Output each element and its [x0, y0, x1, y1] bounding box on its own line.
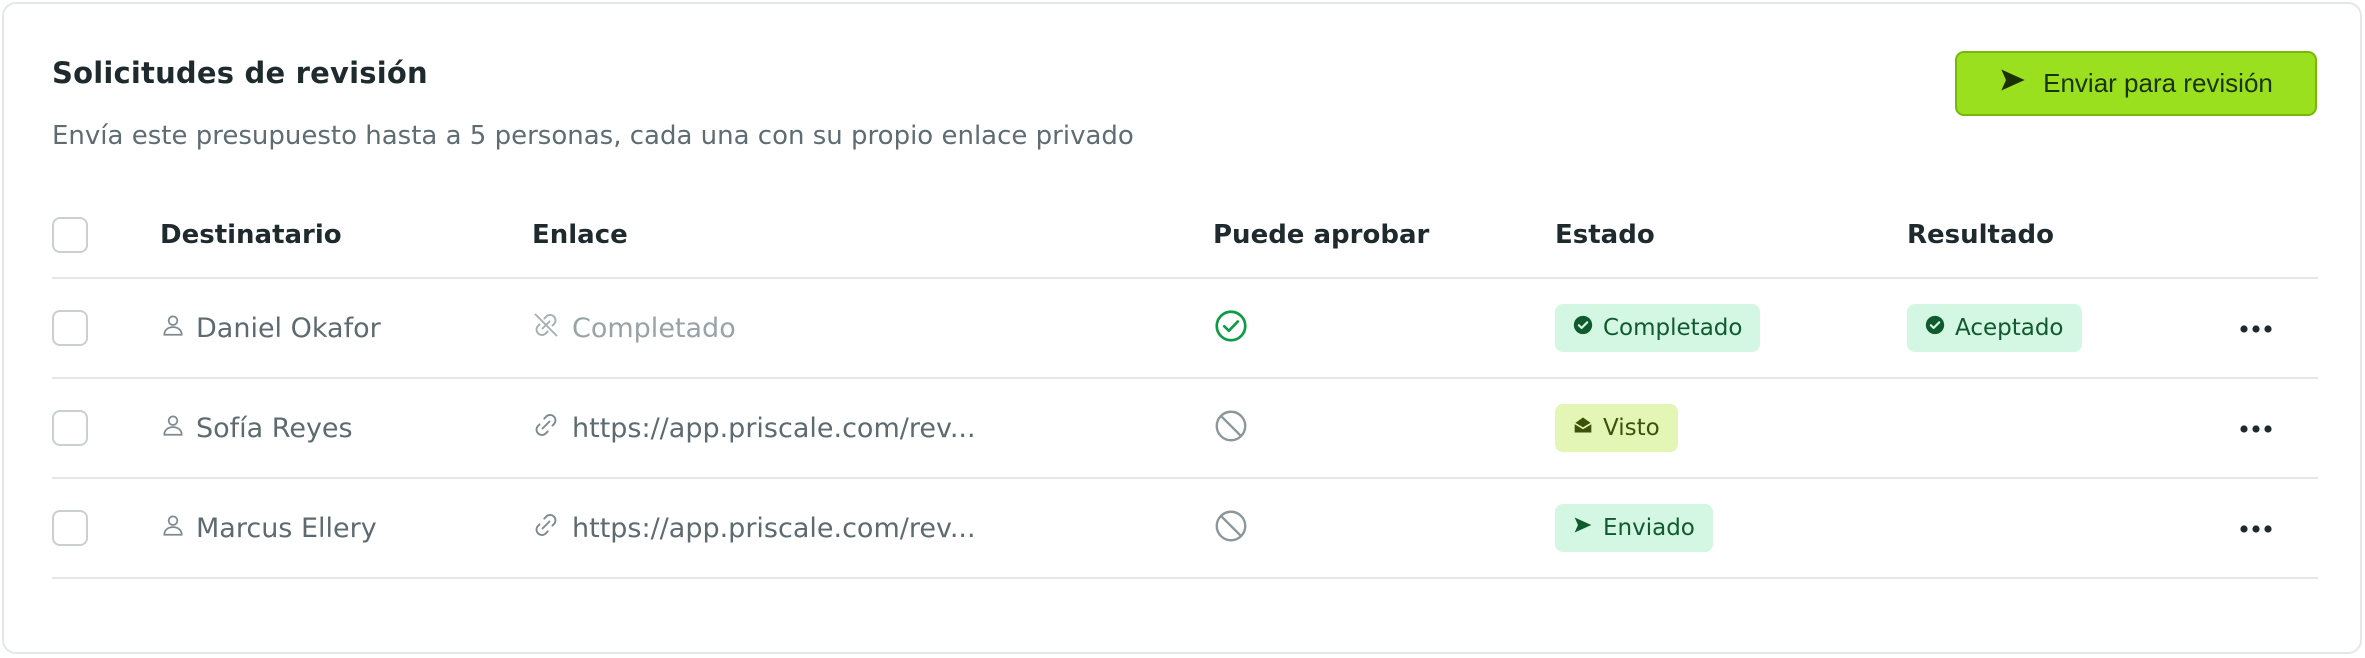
status-badge: Enviado [1555, 504, 1713, 552]
send-for-review-button[interactable]: Enviar para revisión [1955, 51, 2317, 116]
link-text: Completado [572, 312, 736, 344]
row-checkbox[interactable] [52, 510, 88, 546]
table-row: Daniel Okafor Completado Completado Acep… [52, 279, 2318, 379]
recipient-name: Marcus Ellery [196, 512, 377, 544]
link-broken-icon [532, 311, 560, 346]
table-header-row: Destinatario Enlace Puede aprobar Estado… [52, 204, 2318, 279]
prohibited-icon [1213, 508, 1249, 548]
review-requests-card: Solicitudes de revisión Envía este presu… [2, 2, 2362, 654]
check-circle-filled-icon [1573, 315, 1593, 341]
user-icon [160, 512, 186, 545]
row-actions-menu-button[interactable] [2234, 508, 2278, 548]
user-icon [160, 412, 186, 445]
row-checkbox[interactable] [52, 310, 88, 346]
review-link[interactable]: https://app.priscale.com/rev... [532, 411, 976, 446]
review-link[interactable]: https://app.priscale.com/rev... [532, 511, 976, 546]
link-icon [532, 511, 560, 546]
column-header-link: Enlace [532, 220, 628, 250]
send-icon [1573, 515, 1593, 541]
row-checkbox[interactable] [52, 410, 88, 446]
user-icon [160, 312, 186, 345]
result-label: Aceptado [1955, 315, 2064, 341]
review-requests-table: Destinatario Enlace Puede aprobar Estado… [52, 204, 2318, 579]
send-for-review-label: Enviar para revisión [2043, 68, 2273, 98]
link-icon [532, 411, 560, 446]
status-label: Enviado [1603, 515, 1695, 541]
column-header-result: Resultado [1907, 220, 2054, 250]
column-header-state: Estado [1555, 220, 1655, 250]
status-label: Visto [1603, 415, 1660, 441]
link-text: https://app.priscale.com/rev... [572, 412, 976, 444]
result-badge: Aceptado [1907, 304, 2082, 352]
status-badge: Completado [1555, 304, 1761, 352]
table-row: Sofía Reyes https://app.priscale.com/rev… [52, 379, 2318, 479]
card-title: Solicitudes de revisión [52, 56, 428, 90]
envelope-open-icon [1573, 415, 1593, 441]
row-actions-menu-button[interactable] [2234, 408, 2278, 448]
recipient-name: Daniel Okafor [196, 312, 381, 344]
column-header-can-approve: Puede aprobar [1213, 220, 1430, 250]
prohibited-icon [1213, 408, 1249, 448]
table-row: Marcus Ellery https://app.priscale.com/r… [52, 479, 2318, 579]
status-badge: Visto [1555, 404, 1678, 452]
link-text: https://app.priscale.com/rev... [572, 512, 976, 544]
send-icon [1999, 66, 2027, 101]
column-header-recipient: Destinatario [160, 220, 342, 250]
more-horizontal-icon [2239, 419, 2273, 438]
status-label: Completado [1603, 315, 1743, 341]
more-horizontal-icon [2239, 319, 2273, 338]
more-horizontal-icon [2239, 519, 2273, 538]
recipient-name: Sofía Reyes [196, 412, 353, 444]
row-actions-menu-button[interactable] [2234, 308, 2278, 348]
select-all-checkbox[interactable] [52, 217, 88, 253]
check-circle-icon [1213, 308, 1249, 348]
card-subtitle: Envía este presupuesto hasta a 5 persona… [52, 121, 1134, 151]
check-circle-filled-icon [1925, 315, 1945, 341]
